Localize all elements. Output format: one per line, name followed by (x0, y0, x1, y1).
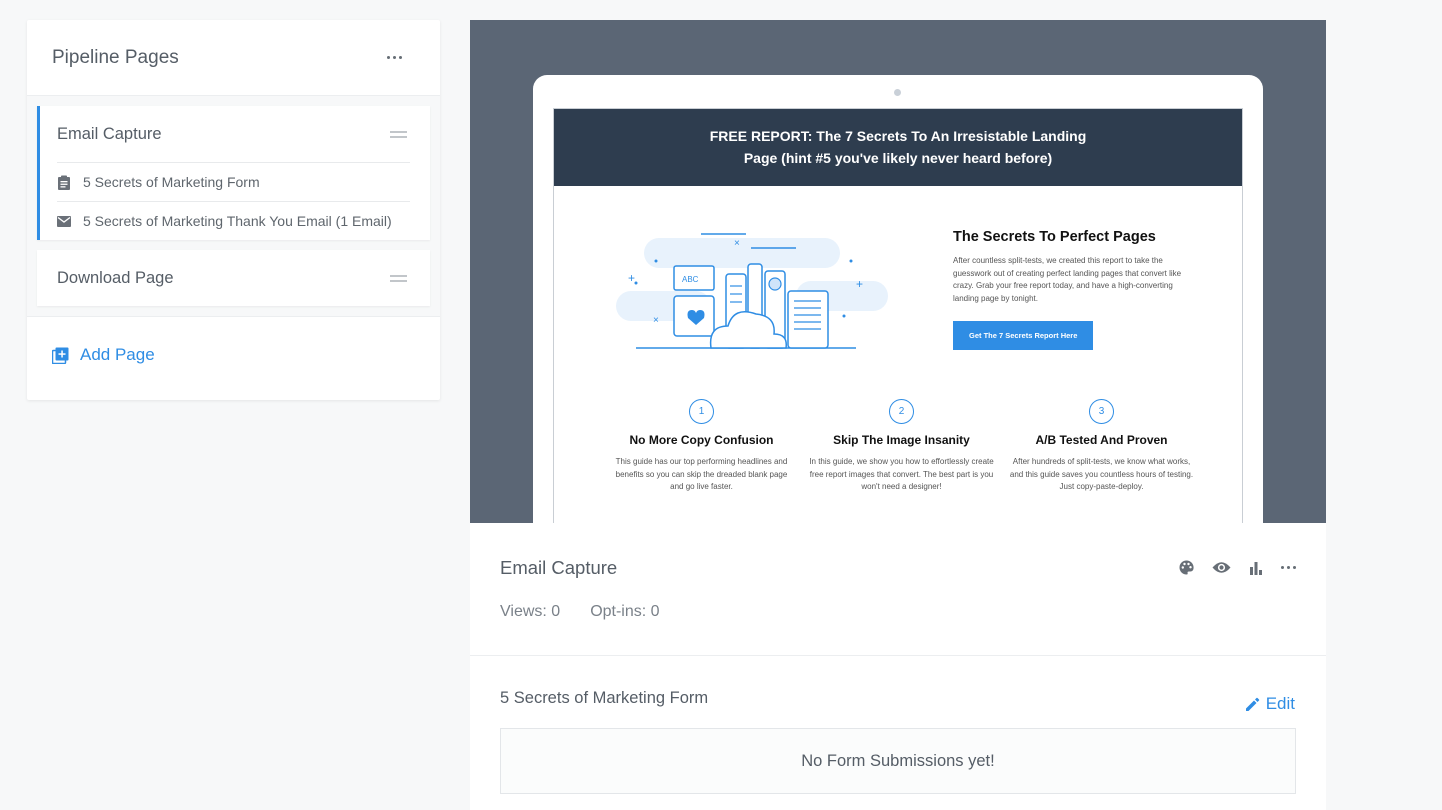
svg-text:+: + (628, 271, 635, 285)
page-actions (1179, 560, 1296, 575)
optins-count: Opt-ins: 0 (590, 603, 660, 620)
empty-submissions-box: No Form Submissions yet! (500, 728, 1296, 794)
feature-text: In this guide, we show you how to effort… (809, 457, 994, 491)
illustration-label: ABC (682, 275, 699, 284)
add-page-button[interactable]: Add Page (27, 317, 440, 393)
page-stats-section: Email Capture Views: 0 Opt-ins: 0 (470, 523, 1326, 656)
feature-item: 3 A/B Tested And Proven After hundreds o… (1009, 399, 1194, 494)
page-item-label: 5 Secrets of Marketing Thank You Email (… (83, 213, 392, 229)
cta-button[interactable]: Get The 7 Secrets Report Here (953, 321, 1094, 350)
landing-page-screen: FREE REPORT: The 7 Secrets To An Irresis… (553, 108, 1243, 523)
report-illustration: ABC × × + + (616, 226, 891, 356)
feature-number: 1 (689, 399, 714, 424)
page-item-form[interactable]: 5 Secrets of Marketing Form (57, 162, 410, 201)
feature-text: This guide has our top performing headli… (615, 457, 788, 491)
sidebar-more-icon[interactable] (387, 56, 402, 59)
views-count: Views: 0 (500, 603, 561, 620)
pipeline-page-list: Email Capture 5 Secrets of Marketing For… (27, 96, 440, 317)
svg-text:+: + (856, 277, 863, 291)
form-submissions-section: 5 Secrets of Marketing Form Edit No Form… (470, 656, 1326, 794)
drag-handle-icon[interactable] (390, 130, 407, 138)
landing-banner: FREE REPORT: The 7 Secrets To An Irresis… (554, 109, 1242, 186)
banner-line-1: FREE REPORT: The 7 Secrets To An Irresis… (709, 128, 1087, 144)
device-camera (894, 89, 901, 96)
feature-title: Skip The Image Insanity (833, 433, 970, 447)
page-card-download-page[interactable]: Download Page (37, 250, 430, 306)
page-card-email-capture[interactable]: Email Capture 5 Secrets of Marketing For… (37, 106, 430, 240)
page-card-title[interactable]: Email Capture (57, 125, 162, 144)
page-stats: Views: 0 Opt-ins: 0 (500, 603, 1296, 621)
bar-chart-icon[interactable] (1249, 561, 1263, 575)
feature-item: 1 No More Copy Confusion This guide has … (609, 399, 794, 494)
edit-form-button[interactable]: Edit (1245, 694, 1295, 714)
feature-title: No More Copy Confusion (629, 433, 774, 447)
hero-heading: The Secrets To Perfect Pages (953, 229, 1156, 245)
hero-body: After countless split-tests, we created … (953, 256, 1182, 303)
feature-list: 1 No More Copy Confusion This guide has … (609, 399, 1194, 494)
feature-item: 2 Skip The Image Insanity In this guide,… (809, 399, 994, 494)
sidebar-header: Pipeline Pages (27, 20, 440, 96)
landing-hero: ABC × × + + The Secrets To Perfect Pages… (554, 186, 1242, 391)
pencil-icon (1245, 697, 1260, 712)
page-details-panel: Email Capture Views: 0 Opt-ins: 0 5 Secr… (470, 523, 1326, 810)
device-frame: FREE REPORT: The 7 Secrets To An Irresis… (533, 75, 1263, 523)
add-page-icon (52, 347, 69, 364)
page-item-email[interactable]: 5 Secrets of Marketing Thank You Email (… (57, 201, 410, 240)
drag-handle-icon[interactable] (390, 274, 407, 282)
page-preview[interactable]: FREE REPORT: The 7 Secrets To An Irresis… (470, 20, 1326, 523)
edit-label: Edit (1265, 694, 1295, 713)
email-icon (57, 215, 83, 227)
empty-message: No Form Submissions yet! (801, 751, 995, 770)
pipeline-sidebar: Pipeline Pages Email Capture 5 Secrets o… (27, 20, 440, 400)
page-card-title[interactable]: Download Page (57, 269, 174, 288)
feature-number: 2 (889, 399, 914, 424)
page-item-label: 5 Secrets of Marketing Form (83, 174, 260, 190)
svg-text:×: × (653, 315, 659, 326)
add-page-label: Add Page (80, 345, 155, 364)
form-icon (57, 175, 83, 190)
form-title: 5 Secrets of Marketing Form (500, 689, 709, 707)
banner-line-2: Page (hint #5 you've likely never heard … (743, 150, 1053, 166)
palette-icon[interactable] (1179, 560, 1194, 575)
page-title: Email Capture (500, 557, 618, 578)
hero-copy: The Secrets To Perfect Pages After count… (953, 229, 1188, 350)
feature-text: After hundreds of split-tests, we know w… (1009, 457, 1194, 491)
eye-icon[interactable] (1212, 561, 1231, 574)
sidebar-title: Pipeline Pages (52, 46, 179, 68)
feature-number: 3 (1089, 399, 1114, 424)
more-icon[interactable] (1281, 566, 1296, 569)
feature-title: A/B Tested And Proven (1035, 433, 1168, 447)
svg-text:×: × (734, 238, 740, 249)
